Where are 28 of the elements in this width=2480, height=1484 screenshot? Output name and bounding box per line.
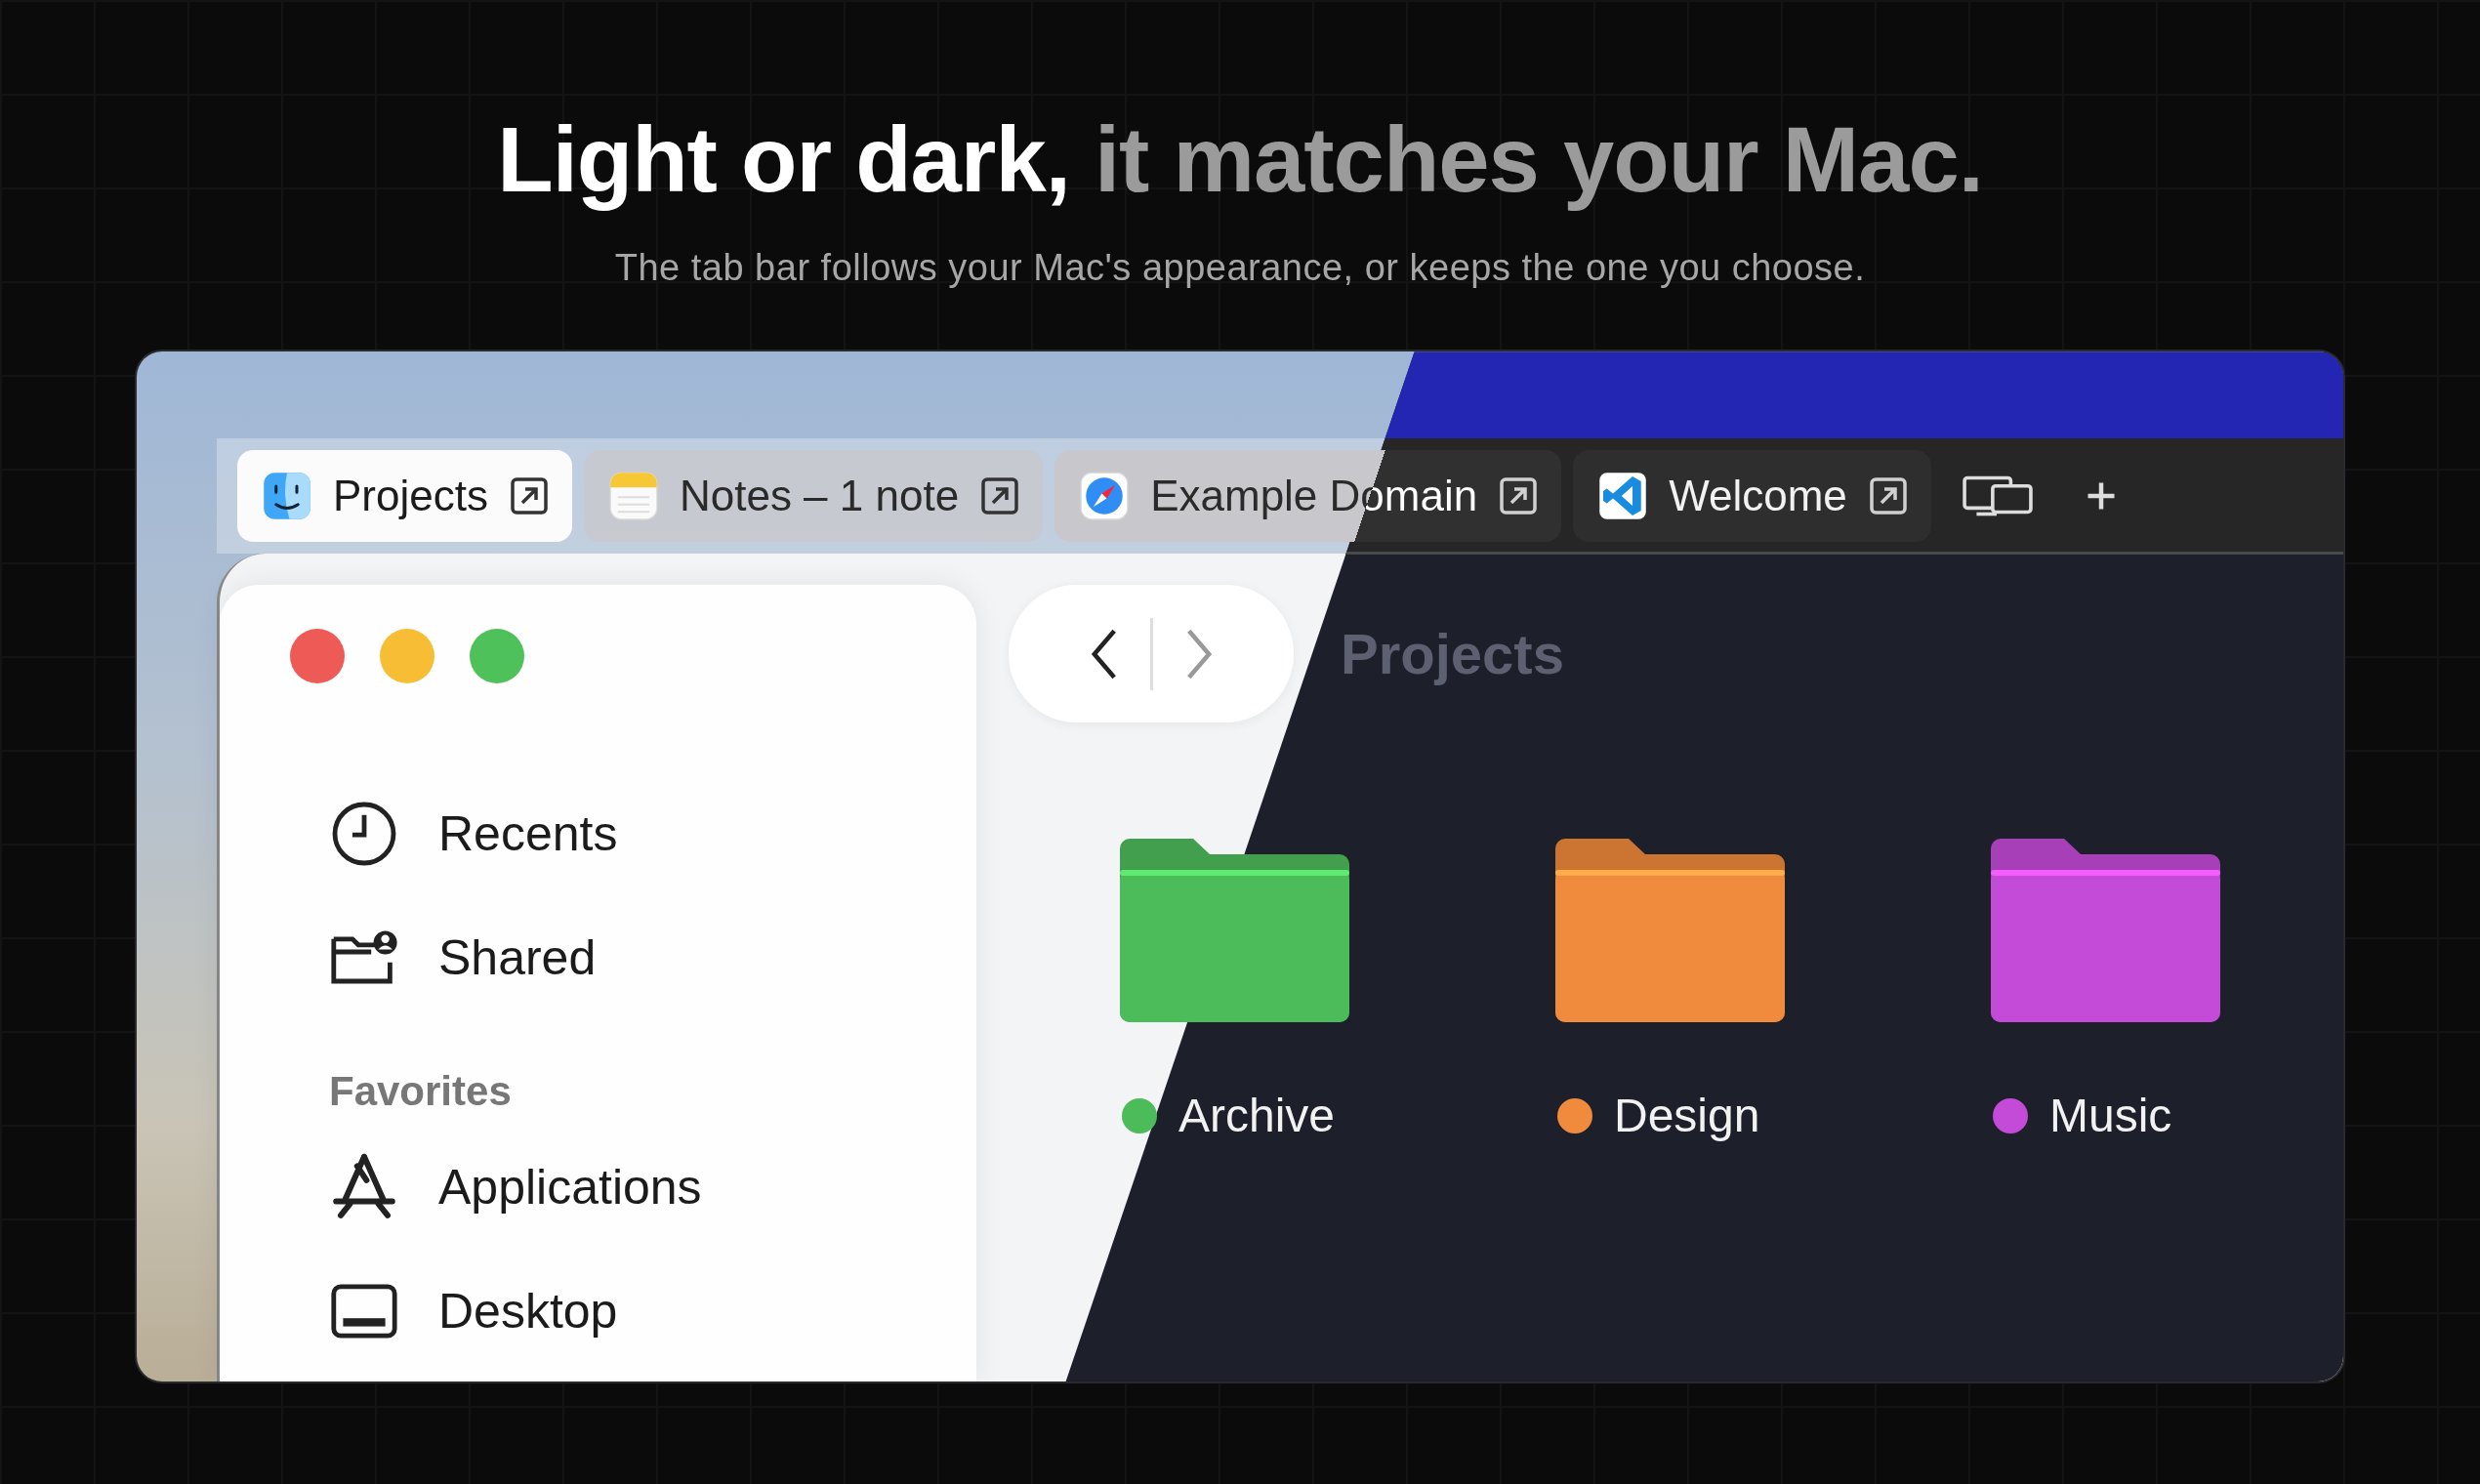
folder-name: Archive <box>1178 1089 1336 1143</box>
open-external-icon[interactable] <box>1868 476 1908 516</box>
folder-name: Design <box>1614 1089 1760 1143</box>
sidebar-item[interactable]: Shared <box>329 895 976 1020</box>
tab-label: Projects <box>333 472 488 521</box>
subtitle: The tab bar follows your Mac's appearance, or keeps the one you choose. <box>614 247 1866 290</box>
tab-label: Welcome <box>1669 472 1847 521</box>
open-external-icon[interactable] <box>980 476 1020 516</box>
notepad-icon <box>608 472 658 521</box>
tab-label: Notes – 1 note <box>679 472 960 521</box>
compass-icon <box>1080 472 1130 521</box>
sidebar-item[interactable]: Recents <box>329 771 976 896</box>
browser-tab[interactable]: Projects <box>237 450 572 543</box>
window-title: Projects <box>1341 621 1564 687</box>
sidebar-item[interactable]: Applications <box>329 1125 976 1250</box>
smiley-app-icon <box>263 472 311 521</box>
folder-icon[interactable] <box>1555 837 1785 1023</box>
open-external-icon[interactable] <box>1499 476 1539 516</box>
headline: Light or dark, it matches your Mac. <box>497 109 1983 211</box>
open-external-icon[interactable] <box>509 476 549 516</box>
browser-tab[interactable]: Welcome <box>1573 450 1931 543</box>
sidebar-item[interactable]: Desktop <box>329 1249 976 1374</box>
browser-tab[interactable]: Notes – 1 note <box>583 450 1044 543</box>
folder-name: Music <box>2049 1089 2172 1143</box>
code-editor-icon <box>1598 472 1648 521</box>
sidebar-section-heading: Favorites <box>329 1068 513 1116</box>
folder-icon[interactable] <box>1120 837 1349 1023</box>
folder-icon[interactable] <box>1991 837 2220 1023</box>
